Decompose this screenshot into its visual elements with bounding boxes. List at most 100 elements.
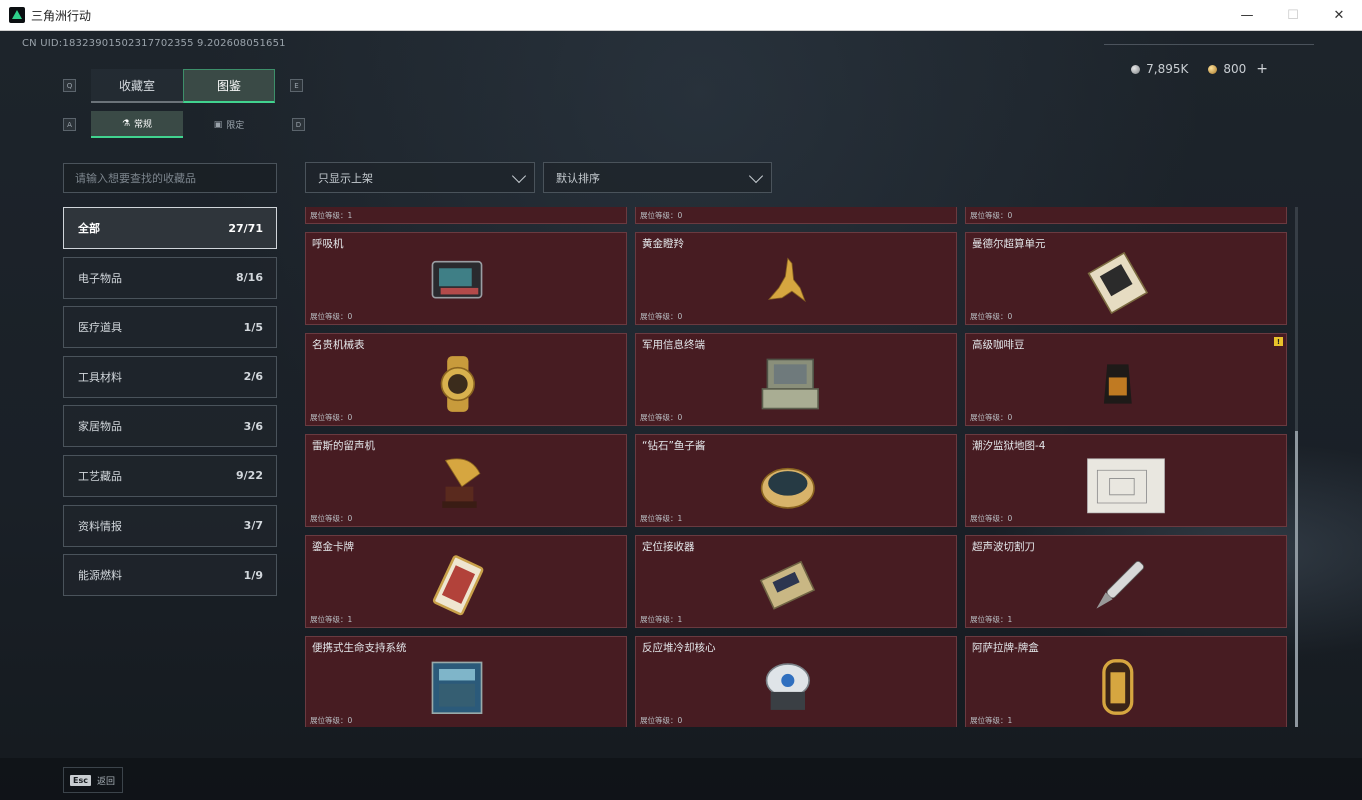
collection-item-card[interactable]: 呼吸机 展位等级：0 — [305, 232, 627, 325]
tab-limited[interactable]: ▣ 限定 — [183, 111, 275, 138]
coffee-beans-icon — [1103, 364, 1132, 404]
collection-item-card[interactable]: 阿萨拉牌-牌盒 展位等级：1 — [965, 636, 1287, 727]
top-divider — [1104, 44, 1314, 45]
add-currency-button[interactable]: + — [1256, 61, 1268, 77]
search-input[interactable]: 请输入想要查找的收藏品 — [63, 163, 277, 193]
category-medical[interactable]: 医疗道具 1/5 — [63, 306, 277, 349]
collection-item-card[interactable]: 潮汐监狱地图-4 展位等级：0 — [965, 434, 1287, 527]
key-d-hint: D — [292, 118, 305, 131]
category-label: 能源燃料 — [78, 569, 122, 583]
item-name: “钻石”鱼子酱 — [642, 440, 706, 452]
window-title: 三角洲行动 — [31, 8, 92, 23]
collection-item-card[interactable]: 超声波切割刀 展位等级：1 — [965, 535, 1287, 628]
category-label: 工具材料 — [78, 370, 122, 384]
item-level: 展位等级：0 — [970, 413, 1013, 422]
category-electronics[interactable]: 电子物品 8/16 — [63, 256, 277, 299]
tab-regular-label: 常规 — [134, 120, 153, 130]
collection-item-card[interactable]: 名贵机械表 展位等级：0 — [305, 333, 627, 426]
close-button[interactable]: ✕ — [1316, 0, 1362, 31]
gilded-card-icon — [432, 555, 484, 616]
tab-catalog[interactable]: 图鉴 — [183, 69, 275, 103]
category-label: 医疗道具 — [78, 321, 122, 335]
golden-gazelle-icon — [768, 257, 806, 303]
category-count: 9/22 — [236, 469, 263, 483]
category-count: 2/6 — [243, 370, 263, 384]
category-crafts[interactable]: 工艺藏品 9/22 — [63, 454, 277, 497]
reactor-core-icon — [765, 663, 810, 710]
tab-collection-room[interactable]: 收藏室 — [91, 69, 183, 103]
life-support-icon — [431, 661, 483, 714]
silver-coin-icon — [1131, 64, 1141, 74]
currency-display: 7,895K 800 + — [1131, 61, 1268, 77]
item-level: 展位等级：0 — [640, 312, 683, 321]
item-icon — [751, 207, 841, 220]
image-icon: ▣ — [213, 119, 223, 130]
minimize-button[interactable]: — — [1224, 0, 1270, 31]
category-label: 电子物品 — [78, 271, 122, 285]
filter-dropdown[interactable]: 只显示上架 — [305, 162, 535, 193]
item-level: 展位等级：0 — [310, 716, 353, 725]
collection-item-card[interactable]: 反应堆冷却核心 展位等级：0 — [635, 636, 957, 727]
item-name: 高级咖啡豆 — [972, 339, 1025, 351]
tab-limited-label: 限定 — [226, 121, 245, 131]
item-name: 定位接收器 — [642, 541, 695, 553]
scrollbar-thumb[interactable] — [1295, 431, 1298, 727]
sort-dropdown[interactable]: 默认排序 — [543, 162, 772, 193]
category-intel[interactable]: 资料情报 3/7 — [63, 504, 277, 547]
collection-item-card[interactable]: “钻石”鱼子酱 展位等级：1 — [635, 434, 957, 527]
key-e-hint: E — [290, 79, 303, 92]
item-name: 雷斯的留声机 — [312, 440, 375, 452]
supercomputer-unit-icon — [1087, 251, 1149, 315]
category-household[interactable]: 家居物品 3/6 — [63, 405, 277, 448]
collection-item-card[interactable]: 展位等级：1 — [305, 207, 627, 224]
item-level: 展位等级：0 — [640, 413, 683, 422]
mechanical-watch-icon — [440, 356, 475, 412]
category-label: 工艺藏品 — [78, 469, 122, 483]
item-level: 展位等级：0 — [970, 312, 1013, 321]
item-grid-viewport: 展位等级：1 展位等级：0 展位等级：0 呼吸机 展位等级：0 黄金瞪羚 展位等级：0 曼德尔… — [305, 207, 1295, 727]
tab-regular[interactable]: ⚗ 常规 — [91, 111, 183, 138]
ultrasonic-knife-icon — [1096, 560, 1145, 609]
window-titlebar: 三角洲行动 — ☐ ✕ — [0, 0, 1362, 31]
collection-item-card[interactable]: 鎏金卡牌 展位等级：1 — [305, 535, 627, 628]
category-count: 8/16 — [236, 271, 263, 285]
item-name: 阿萨拉牌-牌盒 — [972, 642, 1039, 654]
item-level: 展位等级：0 — [640, 211, 683, 220]
item-level: 展位等级：0 — [310, 413, 353, 422]
back-button[interactable]: Esc 返回 — [63, 767, 123, 793]
gold-coin-icon — [1208, 64, 1218, 74]
collection-item-card[interactable]: 高级咖啡豆! 展位等级：0 — [965, 333, 1287, 426]
category-count: 1/5 — [243, 320, 263, 334]
item-grid: 展位等级：1 展位等级：0 展位等级：0 呼吸机 展位等级：0 黄金瞪羚 展位等级：0 曼德尔… — [305, 207, 1290, 727]
item-name: 军用信息终端 — [642, 339, 705, 351]
app-logo-icon — [9, 7, 25, 23]
bottom-bar — [0, 758, 1362, 800]
locator-receiver-icon — [759, 560, 816, 610]
category-count: 3/7 — [243, 519, 263, 533]
gold-item-icon — [421, 207, 511, 220]
category-all[interactable]: 全部 27/71 — [63, 207, 277, 249]
category-energy[interactable]: 能源燃料 1/9 — [63, 554, 277, 597]
category-tools[interactable]: 工具材料 2/6 — [63, 355, 277, 398]
collection-item-card[interactable]: 便携式生命支持系统 展位等级：0 — [305, 636, 627, 727]
game-area: CN UID:18323901502317702355 9.2026080516… — [0, 31, 1362, 800]
key-a-hint: A — [63, 118, 76, 131]
collection-item-card[interactable]: 雷斯的留声机 展位等级：0 — [305, 434, 627, 527]
warning-icon: ! — [1274, 337, 1283, 346]
item-level: 展位等级：0 — [970, 211, 1013, 220]
main-tabs: 收藏室 图鉴 — [91, 69, 275, 103]
collection-item-card[interactable]: 展位等级：0 — [635, 207, 957, 224]
gramophone-icon — [442, 458, 481, 508]
item-name: 超声波切割刀 — [972, 541, 1035, 553]
collection-item-card[interactable]: 黄金瞪羚 展位等级：0 — [635, 232, 957, 325]
silver-amount: 7,895K — [1146, 62, 1189, 76]
item-icon — [1081, 207, 1171, 220]
collection-item-card[interactable]: 军用信息终端 展位等级：0 — [635, 333, 957, 426]
category-label: 家居物品 — [78, 420, 122, 434]
collection-item-card[interactable]: 展位等级：0 — [965, 207, 1287, 224]
military-terminal-icon — [761, 358, 819, 410]
maximize-button[interactable]: ☐ — [1270, 0, 1316, 31]
collection-item-card[interactable]: 定位接收器 展位等级：1 — [635, 535, 957, 628]
item-name: 潮汐监狱地图-4 — [972, 440, 1046, 452]
collection-item-card[interactable]: 曼德尔超算单元 展位等级：0 — [965, 232, 1287, 325]
